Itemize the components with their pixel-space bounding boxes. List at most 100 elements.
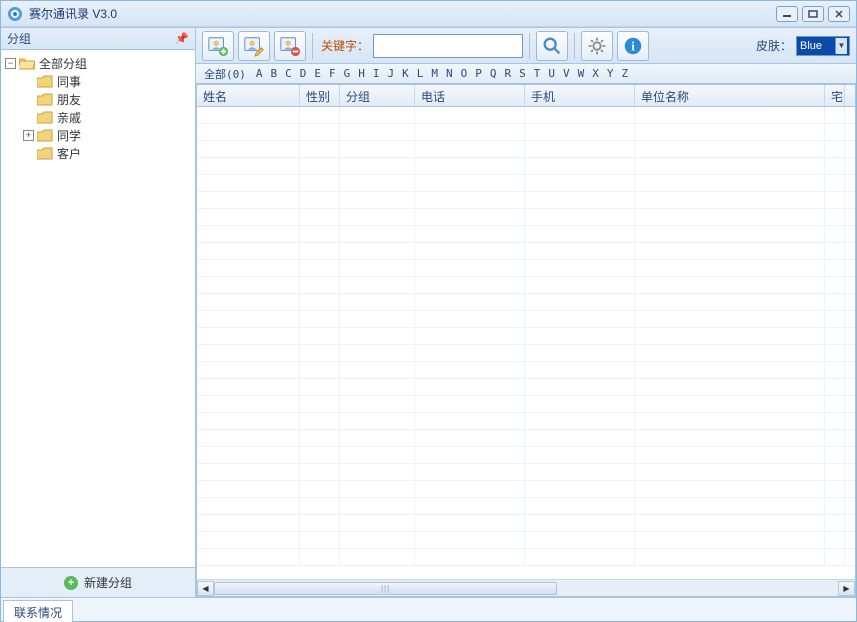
table-row [197, 192, 855, 209]
alpha-letter[interactable]: L [413, 67, 428, 80]
status-tab[interactable]: 联系情况 [3, 600, 73, 622]
column-header[interactable]: 姓名 [197, 85, 300, 106]
expand-icon[interactable]: + [23, 130, 34, 141]
toolbar: 关键字： i 皮肤： Blue ▼ [196, 28, 856, 64]
column-header[interactable]: 手机 [525, 85, 635, 106]
column-header[interactable]: 分组 [340, 85, 415, 106]
tree-item[interactable]: 朋友 [3, 90, 193, 108]
alpha-letter[interactable]: U [544, 67, 559, 80]
separator [574, 33, 575, 59]
sidebar-title: 分组 [7, 30, 31, 47]
app-title: 赛尔通讯录 V3.0 [29, 5, 776, 22]
table-row [197, 464, 855, 481]
add-icon: + [64, 576, 78, 590]
alpha-letter[interactable]: M [427, 67, 442, 80]
alpha-letter[interactable]: W [574, 67, 589, 80]
body: 分组 📌 − 全部分组 同事朋友亲戚 + 同学客户 + 新建分组 [1, 27, 856, 597]
table-row [197, 243, 855, 260]
column-header[interactable]: 电话 [415, 85, 525, 106]
alpha-letter[interactable]: E [310, 67, 325, 80]
tree-item-label: 客户 [57, 145, 81, 162]
scroll-track[interactable]: ||| [214, 581, 838, 596]
table-row [197, 141, 855, 158]
alpha-letter[interactable]: Q [486, 67, 501, 80]
table-row [197, 379, 855, 396]
settings-button[interactable] [581, 31, 613, 61]
tree-item-label: 同事 [57, 73, 81, 90]
alpha-letter[interactable]: S [515, 67, 530, 80]
scroll-right-icon[interactable]: ▶ [838, 581, 855, 596]
info-button[interactable]: i [617, 31, 649, 61]
alpha-letter[interactable]: V [559, 67, 574, 80]
column-header[interactable]: 宅 [825, 85, 845, 106]
main-panel: 关键字： i 皮肤： Blue ▼ 全部(0) ABCDEFGHIJKLMNOP… [196, 28, 856, 597]
alpha-letter[interactable]: J [384, 67, 399, 80]
scroll-thumb[interactable]: ||| [214, 582, 557, 595]
titlebar: 赛尔通讯录 V3.0 [1, 1, 856, 27]
tree-item-label: 朋友 [57, 91, 81, 108]
column-header[interactable]: 单位名称 [635, 85, 825, 106]
horizontal-scrollbar[interactable]: ◀ ||| ▶ [197, 579, 855, 596]
collapse-icon[interactable]: − [5, 58, 16, 69]
alpha-filter: 全部(0) ABCDEFGHIJKLMNOPQRSTUVWXYZ [196, 64, 856, 84]
tree-item[interactable]: 同事 [3, 72, 193, 90]
new-group-button[interactable]: + 新建分组 [1, 567, 195, 597]
tree-root-label: 全部分组 [39, 55, 87, 72]
add-contact-button[interactable] [202, 31, 234, 61]
alpha-letter[interactable]: X [588, 67, 603, 80]
keyword-label: 关键字： [321, 37, 369, 54]
edit-contact-button[interactable] [238, 31, 270, 61]
delete-contact-button[interactable] [274, 31, 306, 61]
tree-item-label: 亲戚 [57, 109, 81, 126]
contact-grid: 姓名性别分组电话手机单位名称宅 ◀ ||| ▶ [196, 84, 856, 597]
alpha-letter[interactable]: H [354, 67, 369, 80]
window-buttons [776, 6, 850, 22]
alpha-letter[interactable]: Z [618, 67, 633, 80]
folder-open-icon [19, 57, 35, 70]
separator [312, 33, 313, 59]
alpha-letter[interactable]: F [325, 67, 340, 80]
scroll-left-icon[interactable]: ◀ [197, 581, 214, 596]
minimize-button[interactable] [776, 6, 798, 22]
svg-text:i: i [631, 39, 635, 53]
tree-item[interactable]: 亲戚 [3, 108, 193, 126]
skin-value: Blue [800, 40, 822, 52]
tree-item[interactable]: + 同学 [3, 126, 193, 144]
close-button[interactable] [828, 6, 850, 22]
alpha-letter[interactable]: B [267, 67, 282, 80]
alpha-letter[interactable]: P [471, 67, 486, 80]
sidebar-header: 分组 📌 [1, 28, 195, 50]
table-row [197, 515, 855, 532]
alpha-letter[interactable]: T [530, 67, 545, 80]
table-row [197, 362, 855, 379]
alpha-letter[interactable]: O [457, 67, 472, 80]
alpha-all[interactable]: 全部(0) [200, 66, 252, 82]
alpha-letter[interactable]: R [501, 67, 516, 80]
maximize-button[interactable] [802, 6, 824, 22]
alpha-letter[interactable]: N [442, 67, 457, 80]
table-row [197, 532, 855, 549]
folder-icon [37, 129, 53, 142]
keyword-input[interactable] [373, 34, 523, 58]
alpha-letter[interactable]: D [296, 67, 311, 80]
tree-item[interactable]: 客户 [3, 144, 193, 162]
alpha-letter[interactable]: A [252, 67, 267, 80]
tree-item-label: 同学 [57, 127, 81, 144]
alpha-letter[interactable]: K [398, 67, 413, 80]
skin-select[interactable]: Blue ▼ [796, 36, 850, 56]
table-row [197, 549, 855, 566]
table-row [197, 345, 855, 362]
table-row [197, 260, 855, 277]
table-row [197, 481, 855, 498]
alpha-letter[interactable]: I [369, 67, 384, 80]
tree-root[interactable]: − 全部分组 [3, 54, 193, 72]
pin-icon[interactable]: 📌 [175, 32, 189, 45]
search-button[interactable] [536, 31, 568, 61]
alpha-letter[interactable]: C [281, 67, 296, 80]
chevron-down-icon: ▼ [835, 38, 847, 54]
alpha-letter[interactable]: Y [603, 67, 618, 80]
app-window: 赛尔通讯录 V3.0 分组 📌 − 全部分组 同事朋友亲戚 + 同学客户 + [0, 0, 857, 622]
alpha-letter[interactable]: G [340, 67, 355, 80]
table-row [197, 277, 855, 294]
column-header[interactable]: 性别 [300, 85, 340, 106]
